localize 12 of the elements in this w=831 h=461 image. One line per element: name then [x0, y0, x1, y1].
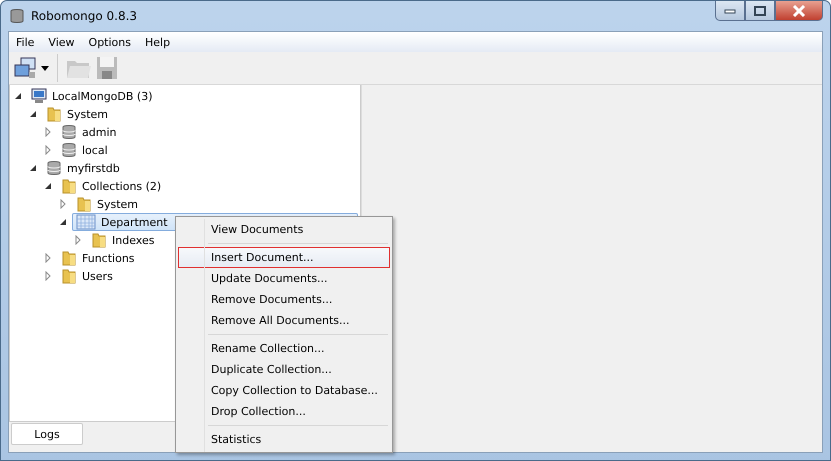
- tree-item-label: admin: [82, 126, 116, 138]
- tree-item-label: System: [67, 108, 108, 120]
- tree-item-label: System: [97, 198, 138, 210]
- tree-item-label: Functions: [82, 252, 135, 264]
- tree-item-label: Users: [82, 270, 113, 282]
- tree-item-label: Department: [101, 216, 168, 228]
- tree-item-label: Indexes: [112, 234, 154, 246]
- tree-item-label: myfirstdb: [67, 162, 120, 174]
- tree-item-label: Collections (2): [82, 180, 162, 192]
- tree-item-label: LocalMongoDB (3): [52, 90, 153, 102]
- tree-item-label: local: [82, 144, 108, 156]
- window-title: Robomongo 0.8.3: [31, 9, 138, 23]
